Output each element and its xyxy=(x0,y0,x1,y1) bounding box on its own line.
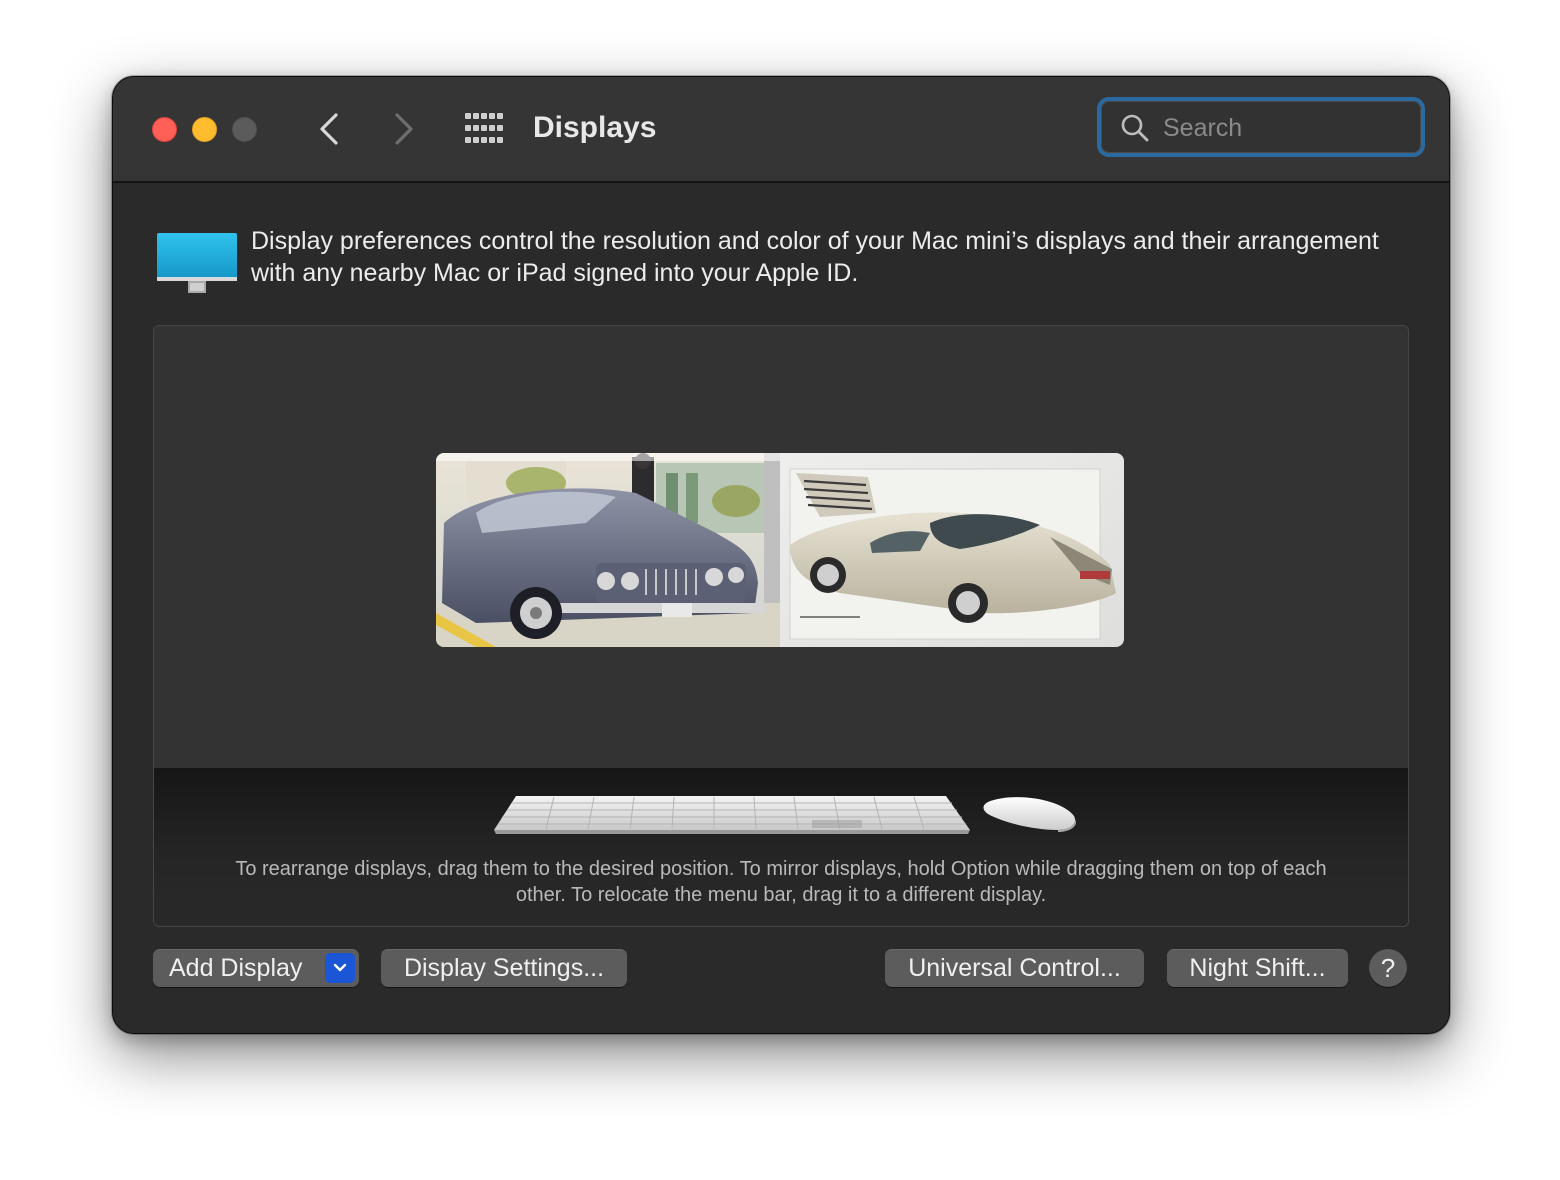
help-button[interactable]: ? xyxy=(1369,949,1407,987)
window-title: Displays xyxy=(533,111,657,144)
system-preferences-window: Displays Display preferences control the… xyxy=(112,76,1450,1034)
display-monitor-icon xyxy=(157,233,237,293)
display-1-wallpaper xyxy=(436,453,780,647)
search-field[interactable] xyxy=(1097,97,1425,157)
menu-bar-indicator xyxy=(436,453,780,461)
add-display-label: Add Display xyxy=(169,954,303,982)
input-devices-area: To rearrange displays, drag them to the … xyxy=(154,768,1408,926)
add-display-button[interactable]: Add Display xyxy=(153,949,359,987)
keyboard-icon xyxy=(494,796,970,834)
show-all-grid-icon[interactable] xyxy=(465,113,503,143)
universal-control-button[interactable]: Universal Control... xyxy=(885,949,1144,987)
display-2-wallpaper xyxy=(780,453,1124,647)
mouse-icon xyxy=(983,797,1076,832)
arrangement-canvas xyxy=(154,326,1408,768)
display-1-thumbnail[interactable] xyxy=(436,453,780,647)
zoom-window-button[interactable] xyxy=(232,117,257,142)
add-display-dropdown[interactable] xyxy=(325,953,355,983)
displays-description: Display preferences control the resoluti… xyxy=(251,227,1379,287)
close-window-button[interactable] xyxy=(152,117,177,142)
minimize-window-button[interactable] xyxy=(192,117,217,142)
display-2-thumbnail[interactable] xyxy=(780,453,1124,647)
search-icon xyxy=(1121,114,1149,142)
search-input[interactable] xyxy=(1161,109,1405,147)
back-button[interactable] xyxy=(309,109,349,149)
back-chevron-icon xyxy=(320,113,338,145)
display-settings-button[interactable]: Display Settings... xyxy=(381,949,627,987)
toolbar: Displays xyxy=(113,77,1449,183)
display-arrangement-area: To rearrange displays, drag them to the … xyxy=(153,325,1409,927)
arrangement-hint: To rearrange displays, drag them to the … xyxy=(235,858,1327,906)
forward-chevron-icon xyxy=(395,113,413,145)
chevron-down-icon xyxy=(333,963,347,972)
forward-button[interactable] xyxy=(384,109,424,149)
night-shift-button[interactable]: Night Shift... xyxy=(1167,949,1348,987)
